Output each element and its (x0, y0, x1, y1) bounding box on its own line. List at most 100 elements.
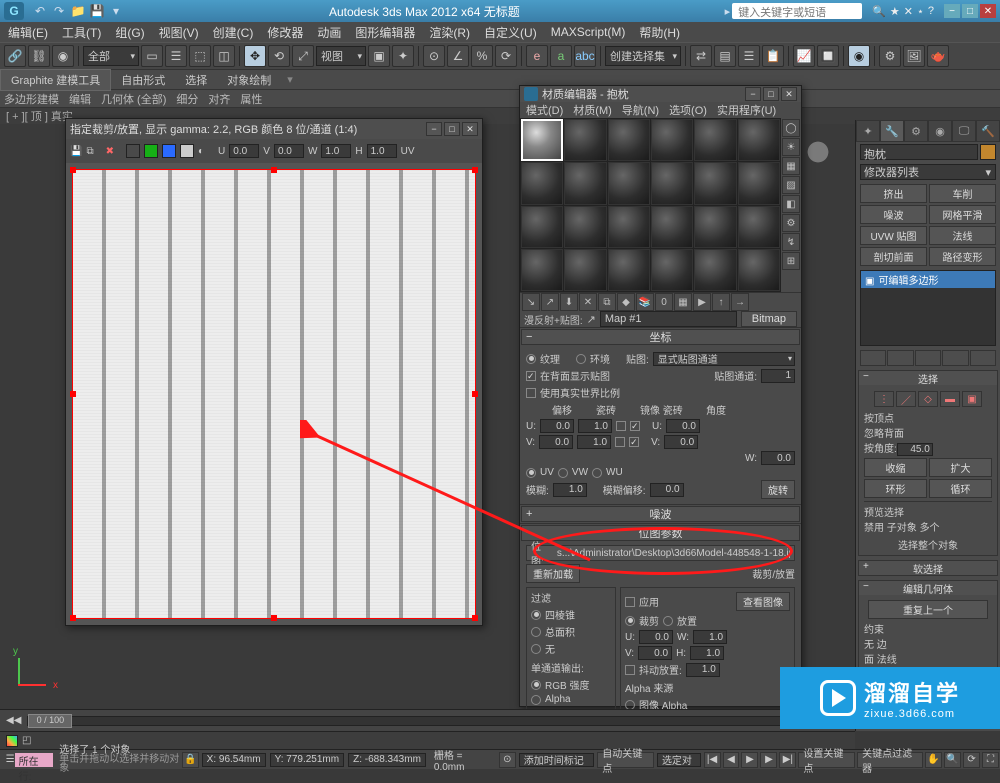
jitter-spinner[interactable]: 1.0 (686, 663, 720, 677)
goto-start-icon[interactable]: ◀◀ (6, 715, 21, 726)
u-mirror-check[interactable] (616, 421, 626, 431)
search-icon[interactable]: 🔍 (872, 5, 886, 18)
tool-align-icon[interactable]: ▤ (714, 45, 736, 67)
ribbon-tab-objectpaint[interactable]: 对象绘制 (217, 70, 281, 90)
tool-pivot-icon[interactable]: ▣ (368, 45, 390, 67)
blur-spinner[interactable]: 1.0 (553, 483, 587, 497)
tool-spinner-icon[interactable]: ⟳ (495, 45, 517, 67)
btn-grow[interactable]: 扩大 (929, 458, 992, 477)
crop-h-spinner[interactable]: 1.0 (690, 646, 724, 660)
rollup-noise-header[interactable]: +噪波 (521, 506, 800, 522)
tool-asnap-icon[interactable]: a (550, 45, 572, 67)
btn-lathe[interactable]: 车削 (929, 184, 996, 203)
ribbon-expand-icon[interactable]: ▾ (287, 73, 293, 86)
tab-utilities-icon[interactable]: 🔨 (976, 120, 1000, 142)
crop-minimize-button[interactable]: − (426, 122, 442, 136)
background-icon[interactable]: ▦ (782, 157, 800, 175)
tool-link-icon[interactable]: 🔗 (4, 45, 26, 67)
tool-unlink-icon[interactable]: ⛓ (28, 45, 50, 67)
object-color-swatch[interactable] (980, 144, 996, 160)
menu-tools[interactable]: 工具(T) (62, 24, 101, 41)
next-frame-icon[interactable]: ▶ (760, 752, 777, 768)
reset-mat-icon[interactable]: ✕ (579, 293, 597, 311)
qat-undo-icon[interactable]: ↶ (32, 3, 48, 19)
panel-edit[interactable]: 编辑 (69, 91, 91, 107)
menu-view[interactable]: 视图(V) (159, 24, 199, 41)
go-parent-icon[interactable]: ↑ (712, 293, 730, 311)
sample-type-icon[interactable]: ◯ (782, 119, 800, 137)
go-sibling-icon[interactable]: → (731, 293, 749, 311)
v-angle-spinner[interactable]: 0.0 (664, 435, 698, 449)
maximize-button[interactable]: □ (962, 4, 978, 18)
material-slot[interactable] (738, 162, 780, 204)
mapping-dropdown[interactable]: 显式贴图通道 (653, 352, 795, 366)
matmenu-options[interactable]: 选项(O) (669, 102, 707, 118)
selectionset-dropdown[interactable]: 创建选择集 (605, 46, 681, 66)
qat-open-icon[interactable]: 📁 (70, 3, 86, 19)
menu-create[interactable]: 创建(C) (213, 24, 254, 41)
tool-abc-icon[interactable]: abc (574, 45, 596, 67)
material-slot[interactable] (738, 249, 780, 291)
tab-hierarchy-icon[interactable]: ⚙ (904, 120, 928, 142)
viewport-pan-icon[interactable]: ✋ (925, 752, 942, 768)
tool-window-icon[interactable]: ◫ (213, 45, 235, 67)
v-offset-spinner[interactable]: 0.0 (539, 435, 573, 449)
tool-rectregion-icon[interactable]: ⬚ (189, 45, 211, 67)
make-copy-icon[interactable]: ⧉ (598, 293, 616, 311)
panel-align[interactable]: 对齐 (208, 91, 230, 107)
ribbon-tab-graphite[interactable]: Graphite 建模工具 (0, 69, 111, 91)
view-image-button[interactable]: 查看图像 (736, 592, 790, 611)
pick-icon[interactable]: ↗ (587, 313, 596, 326)
signin-icon[interactable]: ★ (890, 5, 900, 18)
help-icon[interactable]: ? (928, 5, 934, 18)
put-library-icon[interactable]: 📚 (636, 293, 654, 311)
u-tile-check[interactable] (630, 421, 640, 431)
keyfilter-button[interactable]: 关键点过滤器 (857, 752, 923, 768)
material-editor-titlebar[interactable]: 材质编辑器 - 抱枕 − □ ✕ (520, 86, 801, 102)
btn-normal[interactable]: 法线 (929, 226, 996, 245)
v-tiling-spinner[interactable]: 1.0 (577, 435, 611, 449)
material-slot[interactable] (608, 206, 650, 248)
matmenu-material[interactable]: 材质(M) (573, 102, 612, 118)
close-button[interactable]: ✕ (980, 4, 996, 18)
material-slot[interactable] (694, 119, 736, 161)
stack-unique-icon[interactable] (915, 350, 941, 366)
radio-summed[interactable] (531, 627, 541, 637)
material-slot[interactable] (738, 119, 780, 161)
material-slot[interactable] (694, 162, 736, 204)
help-search-input[interactable]: 键入关键字或短语 (732, 3, 862, 19)
w-angle-spinner[interactable]: 0.0 (761, 451, 795, 465)
crop-maximize-button[interactable]: □ (444, 122, 460, 136)
stack-config-icon[interactable] (970, 350, 996, 366)
favorite-icon[interactable]: ⋆ (917, 5, 924, 18)
btn-shrink[interactable]: 收缩 (864, 458, 927, 477)
channel-blue[interactable] (162, 144, 176, 158)
radio-crop[interactable] (625, 616, 635, 626)
qat-more-icon[interactable]: ▾ (108, 3, 124, 19)
play-icon[interactable]: ▶ (741, 752, 758, 768)
options-icon[interactable]: ⚙ (782, 214, 800, 232)
check-apply-crop[interactable] (625, 597, 635, 607)
stack-pin-icon[interactable] (860, 350, 886, 366)
btn-slice[interactable]: 剖切前面 (860, 247, 927, 266)
get-mat-icon[interactable]: ↘ (522, 293, 540, 311)
btn-pathdeform[interactable]: 路径变形 (929, 247, 996, 266)
menu-group[interactable]: 组(G) (115, 24, 144, 41)
tool-scale-icon[interactable]: ⤢ (292, 45, 314, 67)
menu-rendering[interactable]: 渲染(R) (429, 24, 470, 41)
radio-pyramid[interactable] (531, 610, 541, 620)
crop-canvas[interactable] (66, 163, 482, 625)
btn-noise[interactable]: 噪波 (860, 205, 927, 224)
tab-modify-icon[interactable]: 🔧 (880, 120, 904, 142)
tool-rendersetup-icon[interactable]: ⚙ (879, 45, 901, 67)
check-showmap-back[interactable] (526, 371, 536, 381)
tool-manip-icon[interactable]: ✦ (392, 45, 414, 67)
tool-renderframe-icon[interactable]: 🖼 (903, 45, 925, 67)
radio-rgb-int[interactable] (531, 680, 541, 690)
viewport-zoom-icon[interactable]: 🔍 (944, 752, 961, 768)
subobj-edge-icon[interactable]: ／ (896, 391, 916, 407)
tool-snap-icon[interactable]: ⊙ (423, 45, 445, 67)
lock-icon[interactable]: 🔒 (182, 752, 199, 768)
show-map-icon[interactable]: ▦ (674, 293, 692, 311)
check-real-world[interactable] (526, 388, 536, 398)
